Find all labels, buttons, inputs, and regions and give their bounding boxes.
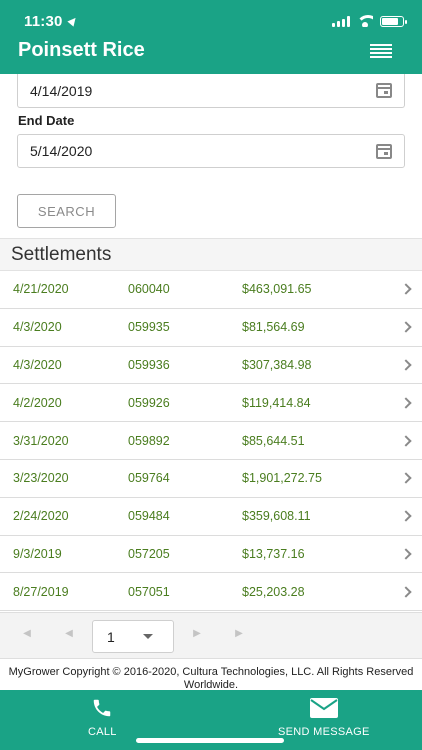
settlement-amount: $359,608.11 (242, 509, 311, 524)
page-select-value: 1 (107, 628, 115, 645)
last-page-icon[interactable]: ▶​ (232, 628, 246, 639)
end-date-value: 5/14/2020 (30, 143, 93, 159)
settlement-amount: $13,737.16 (242, 546, 305, 561)
settlement-row[interactable]: 2/24/2020 059484 $359,608.11 (0, 498, 422, 536)
settlement-number: 059935 (128, 320, 170, 335)
chevron-right-icon[interactable] (400, 283, 412, 296)
settlement-number: 059892 (128, 433, 170, 448)
settlement-number: 059936 (128, 357, 170, 372)
previous-page-icon[interactable]: ◀ (62, 628, 76, 639)
settlement-row[interactable]: 3/31/2020 059892 $85,644.51 (0, 422, 422, 460)
settlement-number: 059926 (128, 395, 170, 410)
settlement-amount: $307,384.98 (242, 357, 312, 372)
settlement-amount: $1,901,272.75 (242, 471, 322, 486)
wifi-icon (357, 15, 373, 27)
settlement-date: 8/27/2019 (13, 584, 69, 599)
settlement-date: 2/24/2020 (13, 509, 69, 524)
settlement-number: 060040 (128, 282, 170, 297)
chevron-right-icon[interactable] (400, 510, 412, 522)
chevron-right-icon[interactable] (400, 359, 412, 371)
start-date-value: 4/14/2019 (30, 82, 93, 99)
page-select[interactable]: 1 (92, 620, 174, 653)
chevron-right-icon[interactable] (400, 586, 412, 598)
calendar-icon[interactable] (376, 83, 392, 98)
pagination-bar: ◀​ ◀ 1 ▶ ▶​ (0, 612, 422, 659)
chevron-right-icon[interactable] (400, 397, 412, 409)
settlement-number: 057205 (128, 546, 170, 561)
app-header: 11:30 Poinsett Rice (0, 0, 422, 74)
chevron-right-icon[interactable] (400, 321, 412, 333)
end-date-field[interactable]: 5/14/2020 (17, 134, 405, 168)
chevron-down-icon (143, 634, 153, 639)
chevron-right-icon[interactable] (400, 548, 412, 560)
call-button[interactable]: CALL (88, 697, 117, 738)
next-page-icon[interactable]: ▶ (190, 628, 204, 639)
send-message-label: SEND MESSAGE (278, 726, 370, 738)
settlement-amount: $85,644.51 (242, 433, 305, 448)
chevron-right-icon[interactable] (400, 434, 412, 447)
settlement-amount: $463,091.65 (242, 282, 312, 297)
settlement-date: 3/31/2020 (13, 433, 69, 448)
settlement-row[interactable]: 9/3/2019 057205 $13,737.16 (0, 536, 422, 574)
end-date-label: End Date (18, 113, 75, 128)
settlement-date: 4/3/2020 (13, 320, 62, 335)
settlement-row[interactable]: 4/3/2020 059936 $307,384.98 (0, 347, 422, 385)
hamburger-menu-icon[interactable] (370, 44, 392, 58)
settlement-number: 059484 (128, 509, 170, 524)
status-icons (332, 15, 407, 27)
phone-icon (90, 697, 114, 719)
app-title: Poinsett Rice (18, 39, 145, 61)
chevron-right-icon[interactable] (400, 472, 412, 485)
settlement-date: 4/21/2020 (13, 282, 69, 297)
settlement-date: 4/3/2020 (13, 357, 62, 372)
first-page-icon[interactable]: ◀​ (20, 628, 34, 639)
settlements-list: 4/21/2020 060040 $463,091.65 4/3/2020 05… (0, 271, 422, 612)
copyright-text: MyGrower Copyright © 2016-2020, Cultura … (8, 666, 414, 691)
location-arrow-icon (66, 15, 79, 27)
settlement-row[interactable]: 3/23/2020 059764 $1,901,272.75 (0, 460, 422, 498)
cellular-signal-icon (332, 15, 350, 27)
status-bar: 11:30 (24, 12, 407, 30)
calendar-icon[interactable] (376, 143, 392, 159)
home-indicator (136, 738, 284, 743)
envelope-icon (309, 697, 339, 719)
call-label: CALL (88, 726, 117, 738)
settlement-row[interactable]: 4/21/2020 060040 $463,091.65 (0, 271, 422, 309)
settlement-number: 057051 (128, 584, 170, 599)
search-button[interactable]: SEARCH (17, 194, 116, 228)
settlement-row[interactable]: 4/3/2020 059935 $81,564.69 (0, 309, 422, 347)
settlement-amount: $25,203.28 (242, 584, 305, 599)
battery-icon (380, 15, 407, 27)
settlement-date: 3/23/2020 (13, 471, 69, 486)
settlement-date: 4/2/2020 (13, 395, 62, 410)
settlement-row[interactable]: 8/27/2019 057051 $25,203.28 (0, 573, 422, 612)
settlement-number: 059764 (128, 471, 170, 486)
settlement-date: 9/3/2019 (13, 546, 62, 561)
settlements-title: Settlements (0, 238, 422, 271)
status-time: 11:30 (24, 12, 63, 30)
start-date-field[interactable]: 4/14/2019 (17, 74, 405, 108)
settlement-amount: $81,564.69 (242, 320, 305, 335)
send-message-button[interactable]: SEND MESSAGE (278, 697, 370, 738)
settlement-row[interactable]: 4/2/2020 059926 $119,414.84 (0, 384, 422, 423)
settlement-amount: $119,414.84 (242, 395, 311, 410)
